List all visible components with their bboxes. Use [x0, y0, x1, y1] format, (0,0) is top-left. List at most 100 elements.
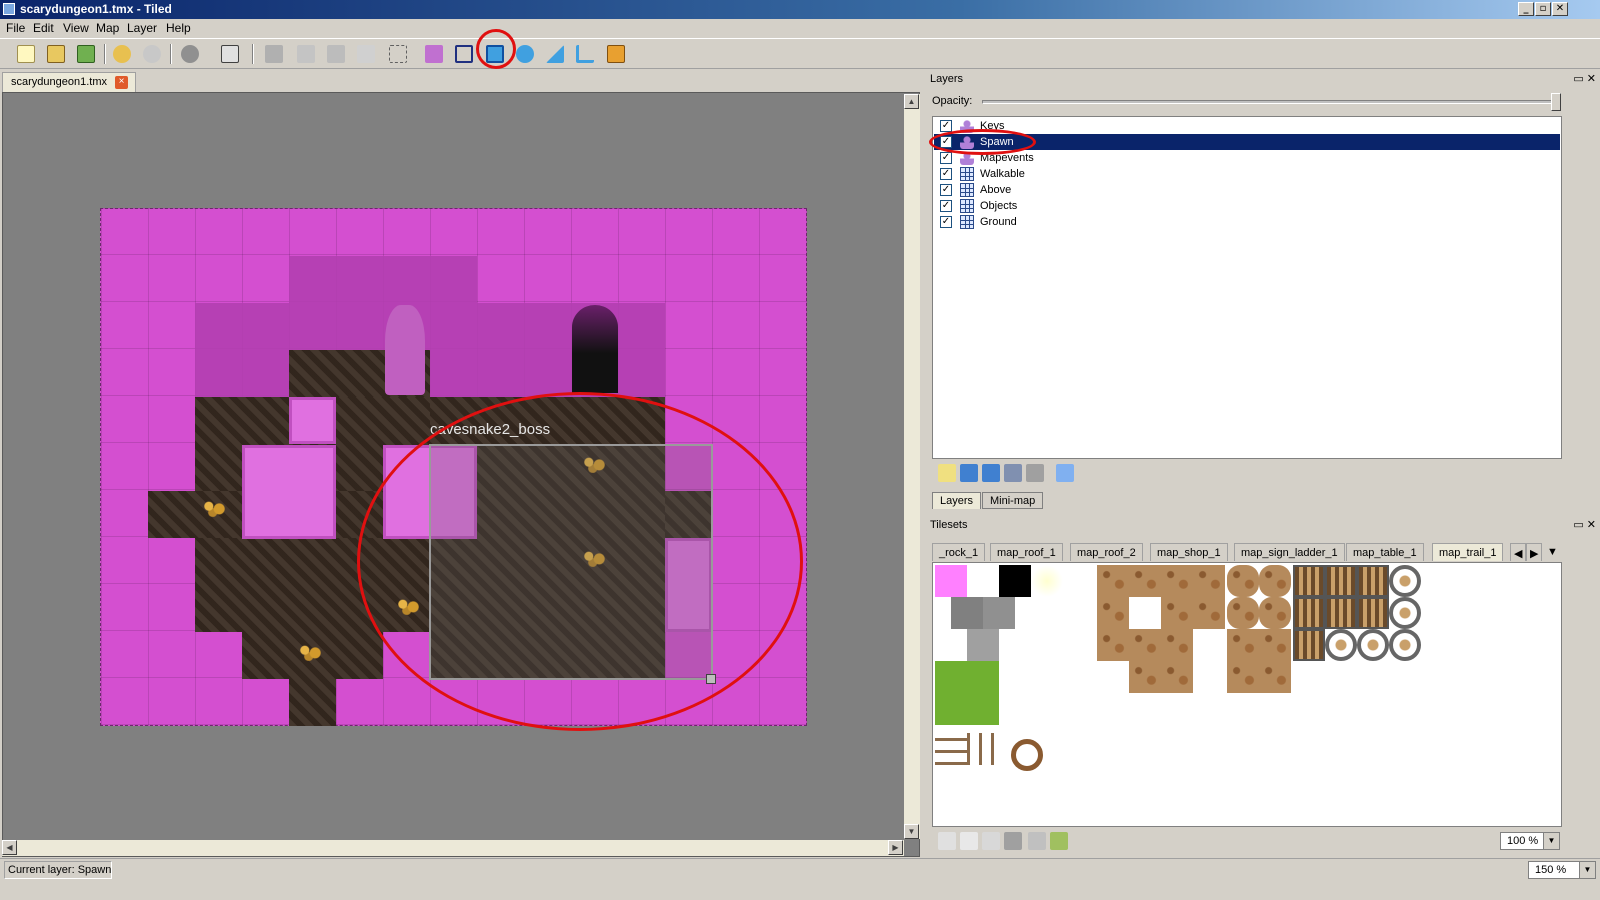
tile[interactable] — [1325, 629, 1357, 661]
tile[interactable] — [967, 733, 999, 765]
tab-layers[interactable]: Layers — [932, 492, 982, 509]
tile[interactable] — [1259, 661, 1291, 693]
tile[interactable] — [1227, 629, 1259, 661]
undo-icon[interactable] — [110, 43, 134, 65]
rectangle-select-icon[interactable] — [386, 43, 410, 65]
layer-row-above[interactable]: ✓ Above — [934, 182, 1560, 198]
close-button[interactable]: ✕ — [1552, 2, 1568, 16]
vertical-scrollbar[interactable]: ▲ ▼ — [904, 94, 920, 839]
tile[interactable] — [935, 733, 967, 765]
tile[interactable] — [1325, 565, 1357, 597]
commands-icon[interactable] — [178, 43, 202, 65]
layer-row-keys[interactable]: ✓ Keys — [934, 118, 1560, 134]
tile[interactable] — [1193, 565, 1225, 597]
tile[interactable] — [1161, 565, 1193, 597]
visibility-checkbox[interactable]: ✓ — [940, 120, 952, 132]
tab-list-dropdown-icon[interactable]: ▼ — [1544, 543, 1561, 561]
new-icon[interactable] — [14, 43, 38, 65]
export-tileset-icon[interactable] — [982, 832, 1000, 850]
tileset-zoom-select[interactable]: 100 % ▼ — [1500, 832, 1560, 850]
tile[interactable] — [1259, 597, 1291, 629]
menu-view[interactable]: View — [63, 21, 89, 35]
scroll-right-icon[interactable]: ▶ — [888, 840, 903, 855]
layer-row-mapevents[interactable]: ✓ Mapevents — [934, 150, 1560, 166]
menu-layer[interactable]: Layer — [127, 21, 157, 35]
select-objects-icon[interactable] — [422, 43, 446, 65]
tile[interactable] — [1389, 597, 1421, 629]
tile[interactable] — [1031, 565, 1063, 597]
tile[interactable] — [1161, 629, 1193, 661]
save-icon[interactable] — [74, 43, 98, 65]
opacity-slider[interactable] — [982, 100, 1558, 104]
eraser-icon[interactable] — [354, 43, 378, 65]
random-icon[interactable] — [218, 43, 242, 65]
tile[interactable] — [999, 565, 1031, 597]
tileset-view[interactable] — [932, 562, 1562, 827]
tile[interactable] — [1129, 565, 1161, 597]
opacity-slider-thumb[interactable] — [1551, 93, 1561, 111]
tile[interactable] — [967, 693, 999, 725]
scroll-down-icon[interactable]: ▼ — [904, 824, 919, 839]
raise-layer-icon[interactable] — [960, 464, 978, 482]
open-icon[interactable] — [44, 43, 68, 65]
tile[interactable] — [1293, 565, 1325, 597]
tile[interactable] — [1357, 597, 1389, 629]
tab-scroll-left-icon[interactable]: ◀ — [1510, 543, 1527, 561]
menu-map[interactable]: Map — [96, 21, 119, 35]
tile[interactable] — [1227, 661, 1259, 693]
tile[interactable] — [967, 661, 999, 693]
dock-buttons[interactable]: ▭ ✕ — [1573, 72, 1596, 85]
layer-properties-icon[interactable] — [1056, 464, 1074, 482]
import-tileset-icon[interactable] — [960, 832, 978, 850]
visibility-checkbox[interactable]: ✓ — [940, 152, 952, 164]
insert-tile-icon[interactable] — [604, 43, 628, 65]
maximize-button[interactable]: ▫ — [1535, 2, 1551, 16]
insert-ellipse-icon[interactable] — [513, 43, 537, 65]
tile[interactable] — [1129, 629, 1161, 661]
layer-row-walkable[interactable]: ✓ Walkable — [934, 166, 1560, 182]
chevron-down-icon[interactable]: ▼ — [1543, 833, 1559, 849]
duplicate-layer-icon[interactable] — [1004, 464, 1022, 482]
delete-tileset-icon[interactable] — [1004, 832, 1022, 850]
tab-tileset-sign-ladder[interactable]: map_sign_ladder_1 — [1234, 543, 1345, 561]
tile[interactable] — [1011, 739, 1043, 771]
add-layer-icon[interactable] — [938, 464, 956, 482]
visibility-checkbox[interactable]: ✓ — [940, 200, 952, 212]
chevron-down-icon[interactable]: ▼ — [1579, 862, 1595, 878]
insert-polyline-icon[interactable] — [573, 43, 597, 65]
tile[interactable] — [1325, 597, 1357, 629]
tile[interactable] — [1389, 629, 1421, 661]
tile[interactable] — [1097, 565, 1129, 597]
visibility-checkbox[interactable]: ✓ — [940, 184, 952, 196]
menu-edit[interactable]: Edit — [33, 21, 54, 35]
redo-icon[interactable] — [140, 43, 164, 65]
tile[interactable] — [1097, 597, 1129, 629]
tile[interactable] — [935, 661, 967, 693]
stamp-brush-icon[interactable] — [262, 43, 286, 65]
tile[interactable] — [935, 693, 967, 725]
map-zoom-select[interactable]: 150 % ▼ — [1528, 861, 1596, 879]
tile[interactable] — [967, 629, 999, 661]
layer-row-objects[interactable]: ✓ Objects — [934, 198, 1560, 214]
layer-row-ground[interactable]: ✓ Ground — [934, 214, 1560, 230]
minimize-button[interactable]: _ — [1518, 2, 1534, 16]
tile[interactable] — [1227, 597, 1259, 629]
dock-buttons[interactable]: ▭ ✕ — [1573, 518, 1596, 531]
insert-polygon-icon[interactable] — [543, 43, 567, 65]
scroll-left-icon[interactable]: ◀ — [2, 840, 17, 855]
tile[interactable] — [1259, 565, 1291, 597]
edit-terrain-icon[interactable] — [1050, 832, 1068, 850]
tile[interactable] — [1293, 597, 1325, 629]
lower-layer-icon[interactable] — [982, 464, 1000, 482]
menu-file[interactable]: File — [6, 21, 25, 35]
tile[interactable] — [935, 565, 967, 597]
tile[interactable] — [1161, 597, 1193, 629]
visibility-checkbox[interactable]: ✓ — [940, 168, 952, 180]
tile[interactable] — [1293, 629, 1325, 661]
tab-scroll-right-icon[interactable]: ▶ — [1526, 543, 1543, 561]
tile[interactable] — [1227, 565, 1259, 597]
bucket-fill-icon[interactable] — [324, 43, 348, 65]
tile[interactable] — [1161, 661, 1193, 693]
edit-polygons-icon[interactable] — [452, 43, 476, 65]
tile[interactable] — [1357, 565, 1389, 597]
